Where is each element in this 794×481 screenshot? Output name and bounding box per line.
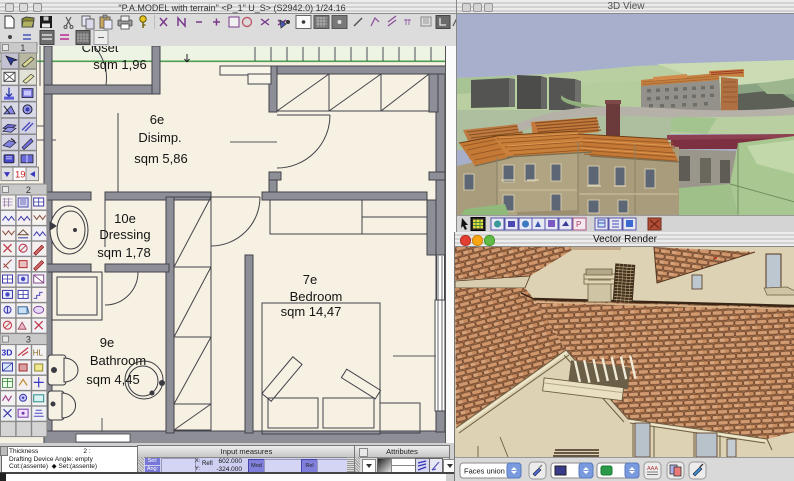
svg-text:sqm 5,86: sqm 5,86 — [134, 151, 187, 166]
svg-text:Disimp.: Disimp. — [138, 130, 181, 145]
svg-text:sqm 14,47: sqm 14,47 — [281, 304, 342, 319]
svg-text:Bathroom: Bathroom — [90, 353, 146, 368]
svg-text:6e: 6e — [150, 112, 164, 127]
svg-text:Faces union: Faces union — [464, 467, 505, 476]
svg-text:sqm 1,78: sqm 1,78 — [97, 245, 150, 260]
svg-text:3: 3 — [26, 335, 31, 345]
svg-text:7e: 7e — [303, 272, 317, 287]
svg-text:10e: 10e — [114, 211, 136, 226]
svg-text:1: 1 — [20, 43, 25, 53]
svg-text:Dressing: Dressing — [99, 227, 150, 242]
svg-text:3D: 3D — [2, 348, 13, 358]
svg-text:Closet: Closet — [82, 46, 119, 55]
svg-text:19: 19 — [15, 170, 26, 181]
svg-text:9e: 9e — [100, 335, 114, 350]
svg-text:HL: HL — [33, 349, 44, 358]
svg-text:AAA: AAA — [647, 466, 658, 472]
svg-text:Bedroom: Bedroom — [290, 289, 343, 304]
svg-text:2: 2 — [26, 185, 31, 195]
svg-text:sqm 4,45: sqm 4,45 — [86, 372, 139, 387]
svg-text:P: P — [576, 220, 581, 229]
svg-text:sqm 1,96: sqm 1,96 — [93, 57, 146, 72]
